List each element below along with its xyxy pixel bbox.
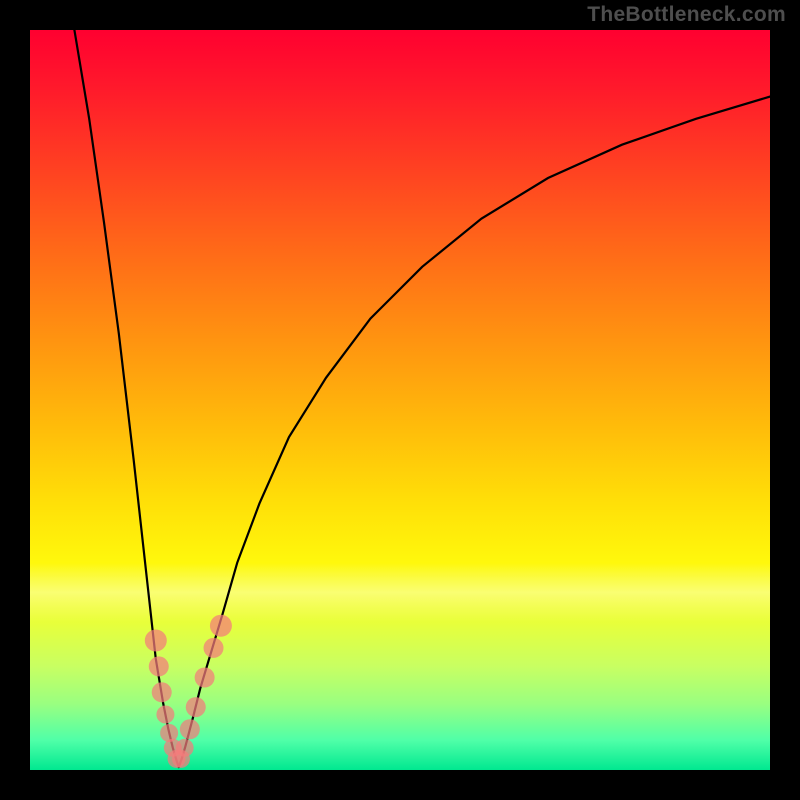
bead-1 — [149, 656, 169, 676]
bead-11 — [195, 668, 215, 688]
bead-3 — [156, 706, 174, 724]
bead-0 — [145, 630, 167, 652]
bead-8 — [176, 739, 194, 757]
bead-12 — [204, 638, 224, 658]
curve-right-branch — [179, 97, 770, 767]
bead-13 — [210, 615, 232, 637]
bead-9 — [180, 719, 200, 739]
bead-2 — [152, 682, 172, 702]
curve-left-branch — [74, 30, 178, 767]
watermark-text: TheBottleneck.com — [587, 4, 786, 25]
plot-area — [30, 30, 770, 770]
curves-svg — [30, 30, 770, 770]
bead-10 — [186, 697, 206, 717]
chart-frame: TheBottleneck.com — [0, 0, 800, 800]
